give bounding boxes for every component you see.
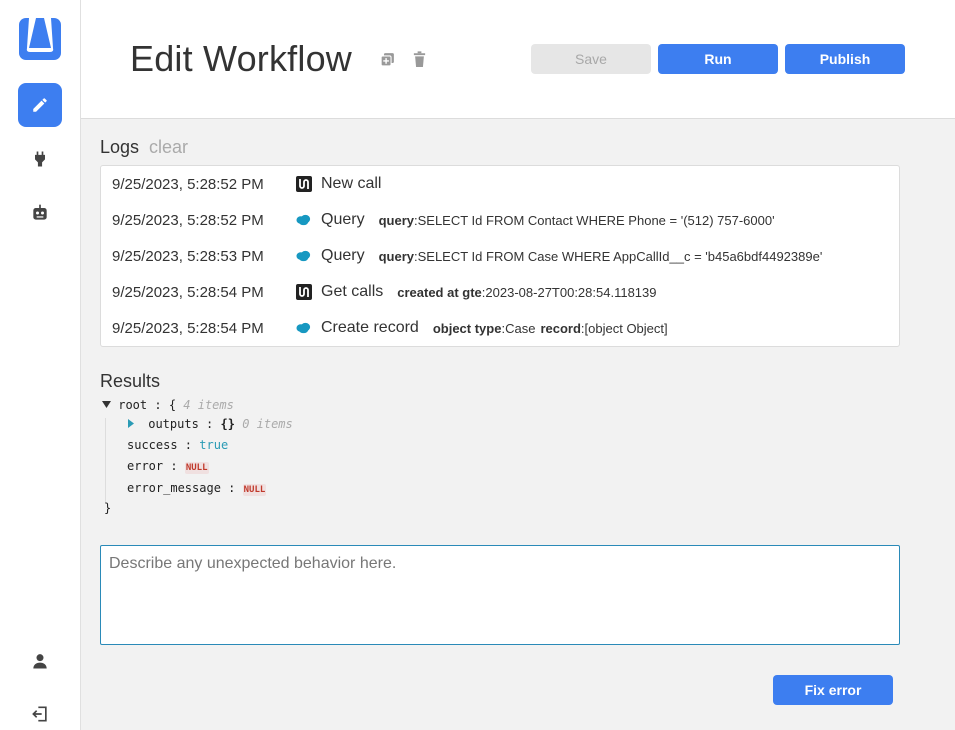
- publish-button[interactable]: Publish: [785, 44, 905, 74]
- salesforce-icon: [296, 320, 312, 336]
- tree-key: success: [127, 438, 178, 452]
- caret-right-icon[interactable]: [128, 419, 135, 428]
- user-icon: [33, 654, 47, 669]
- tree-null-badge: NULL: [242, 484, 267, 496]
- fix-error-button[interactable]: Fix error: [773, 675, 893, 705]
- save-button[interactable]: Save: [531, 44, 651, 74]
- tree-closing-brace: }: [104, 501, 112, 515]
- log-entry: 9/25/2023, 5:28:54 PM Get calls created …: [112, 282, 662, 302]
- log-type: Get calls: [321, 283, 384, 300]
- log-type: Create record: [321, 319, 419, 336]
- log-param-value: 2023-08-27T00:28:54.118139: [485, 284, 657, 300]
- page-title: Edit Workflow: [130, 38, 352, 79]
- logout-icon: [32, 706, 47, 722]
- app-logo: [19, 18, 61, 60]
- caret-down-icon[interactable]: [102, 401, 111, 409]
- log-entry: 9/25/2023, 5:28:54 PM Create record obje…: [112, 318, 673, 338]
- tree-key: outputs: [148, 417, 199, 431]
- logs-clear-link[interactable]: clear: [149, 137, 188, 158]
- log-param-value: SELECT Id FROM Case WHERE AppCallId__c =…: [417, 248, 823, 264]
- tree-root-node[interactable]: root : { 4 items: [102, 398, 234, 412]
- log-param-key: query: [378, 212, 414, 228]
- ringcentral-icon: [296, 284, 312, 300]
- log-type: Query: [321, 247, 365, 264]
- log-timestamp: 9/25/2023, 5:28:53 PM: [112, 247, 264, 265]
- tree-outputs-node[interactable]: outputs : {} 0 items: [128, 417, 293, 431]
- log-param-key: query: [378, 248, 414, 264]
- log-timestamp: 9/25/2023, 5:28:52 PM: [112, 175, 264, 193]
- nav-integrations-button[interactable]: [18, 137, 62, 181]
- trash-icon[interactable]: [412, 51, 427, 73]
- unexpected-behavior-input[interactable]: [100, 545, 900, 645]
- pencil-icon: [33, 98, 47, 112]
- tree-count: 4 items: [183, 398, 234, 412]
- tree-guide-line: [105, 418, 106, 504]
- logs-panel: 9/25/2023, 5:28:52 PM New call 9/25/2023…: [100, 165, 900, 347]
- log-timestamp: 9/25/2023, 5:28:54 PM: [112, 319, 264, 337]
- log-param-key: object type: [432, 320, 502, 336]
- tree-value: {}: [220, 417, 235, 431]
- nav-logout-button[interactable]: [18, 692, 62, 730]
- nav-bots-button[interactable]: [18, 191, 62, 235]
- plug-icon: [35, 151, 45, 167]
- nav-edit-button[interactable]: [18, 83, 62, 127]
- tree-error-node: error : NULL: [127, 459, 209, 474]
- run-button[interactable]: Run: [658, 44, 778, 74]
- log-timestamp: 9/25/2023, 5:28:52 PM: [112, 211, 264, 229]
- log-param-value: Case: [505, 320, 536, 336]
- tree-error-message-node: error_message : NULL: [127, 481, 267, 496]
- log-entry: 9/25/2023, 5:28:52 PM New call: [112, 174, 395, 194]
- nav-account-button[interactable]: [18, 639, 62, 683]
- log-entry: 9/25/2023, 5:28:52 PM Query query: SELECT…: [112, 210, 780, 230]
- page-header: Edit Workflow Save Run Publish: [81, 0, 955, 119]
- tree-count: 0 items: [242, 417, 293, 431]
- salesforce-icon: [296, 212, 312, 228]
- tree-key: error: [127, 459, 164, 473]
- tree-value: true: [199, 438, 229, 452]
- salesforce-icon: [296, 248, 312, 264]
- log-param-value: SELECT Id FROM Contact WHERE Phone = '(5…: [417, 212, 775, 228]
- log-entry: 9/25/2023, 5:28:53 PM Query query: SELECT…: [112, 246, 827, 266]
- log-param-key: created at gte: [397, 284, 482, 300]
- log-param-value: [object Object]: [584, 320, 668, 336]
- duplicate-icon[interactable]: [379, 51, 396, 73]
- tree-success-node: success : true: [127, 438, 229, 452]
- logs-title: Logs: [100, 137, 140, 157]
- log-param-key: record: [540, 320, 581, 336]
- log-timestamp: 9/25/2023, 5:28:54 PM: [112, 283, 264, 301]
- tree-key: error_message: [127, 481, 221, 495]
- tree-null-badge: NULL: [184, 462, 209, 474]
- ringcentral-icon: [296, 176, 312, 192]
- log-type: Query: [321, 211, 365, 228]
- robot-icon: [33, 204, 47, 220]
- log-type: New call: [321, 175, 382, 192]
- tree-key: root: [118, 398, 148, 412]
- sidebar: [0, 0, 81, 730]
- results-title: Results: [100, 371, 161, 391]
